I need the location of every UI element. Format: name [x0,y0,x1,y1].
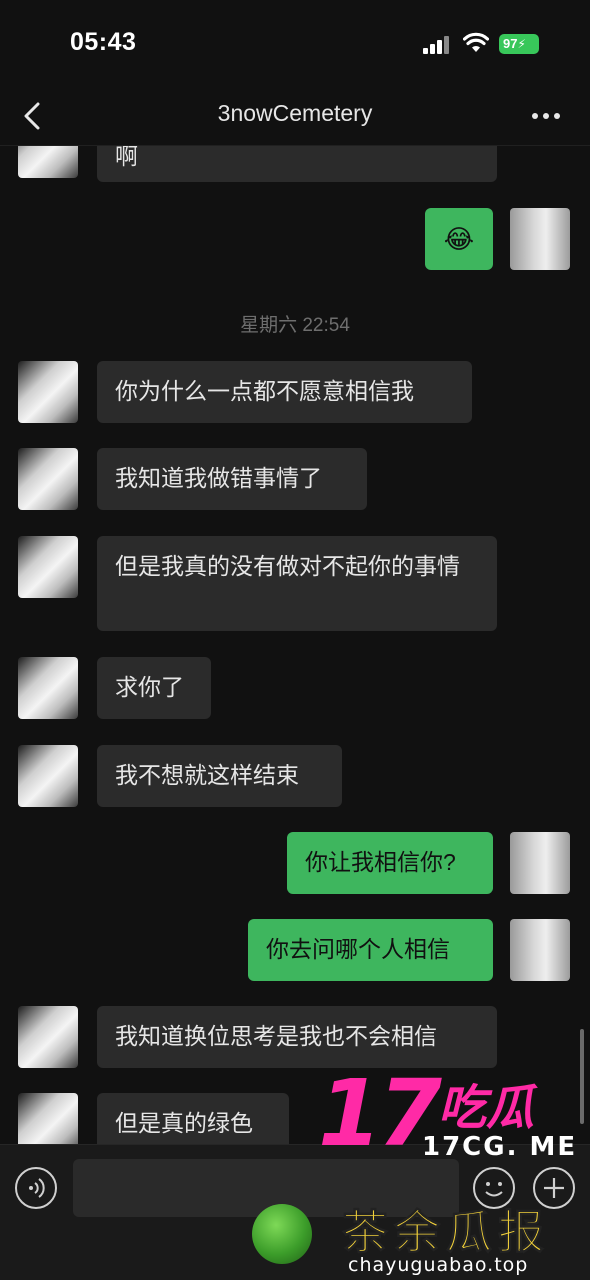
status-time: 05:43 [70,28,137,56]
message-bubble[interactable]: 啊 [97,146,497,182]
my-avatar[interactable] [510,919,570,981]
message-bubble[interactable]: 但是我真的没有做对不起你的事情 [97,536,497,631]
message-timestamp: 星期六 22:54 [240,315,350,336]
contact-avatar[interactable] [18,448,78,510]
input-bar [0,1144,590,1280]
message-bubble[interactable]: 我不想就这样结束 [97,745,342,807]
message-bubble[interactable]: 但是真的绿色 [97,1093,289,1144]
contact-avatar[interactable] [18,745,78,807]
more-dots-icon[interactable] [532,110,562,122]
wifi-icon [462,32,490,54]
message-input[interactable] [73,1159,459,1217]
message-bubble[interactable]: 我知道换位思考是我也不会相信 [97,1006,497,1068]
battery-icon: 97⚡ [499,34,539,54]
battery-level: 97 [503,36,518,51]
message-bubble[interactable]: 你为什么一点都不愿意相信我 [97,361,472,423]
message-bubble[interactable]: 你让我相信你? [287,832,493,894]
message-bubble[interactable]: 😂 [425,208,493,270]
contact-avatar[interactable] [18,1006,78,1068]
nav-bar: 3nowCemetery [0,88,590,146]
contact-avatar[interactable] [18,146,78,178]
contact-avatar[interactable] [18,361,78,423]
my-avatar[interactable] [510,832,570,894]
signal-icon [423,36,451,54]
chat-screen: 05:43 97⚡ 3nowCemetery 啊 😂 星期六 22:54 你为什… [0,0,590,1280]
plus-icon[interactable] [533,1167,575,1209]
status-bar: 05:43 97⚡ [0,0,590,88]
contact-avatar[interactable] [18,536,78,598]
message-bubble[interactable]: 你去问哪个人相信 [248,919,493,981]
my-avatar[interactable] [510,208,570,270]
message-list[interactable]: 啊 😂 星期六 22:54 你为什么一点都不愿意相信我 我知道我做错事情了 但是… [0,146,590,1144]
contact-avatar[interactable] [18,657,78,719]
message-bubble[interactable]: 我知道我做错事情了 [97,448,367,510]
chat-title: 3nowCemetery [217,100,373,126]
scrollbar[interactable] [580,1029,584,1124]
voice-icon[interactable] [15,1167,57,1209]
message-bubble[interactable]: 求你了 [97,657,211,719]
contact-avatar[interactable] [18,1093,78,1144]
emoji-icon[interactable] [473,1167,515,1209]
